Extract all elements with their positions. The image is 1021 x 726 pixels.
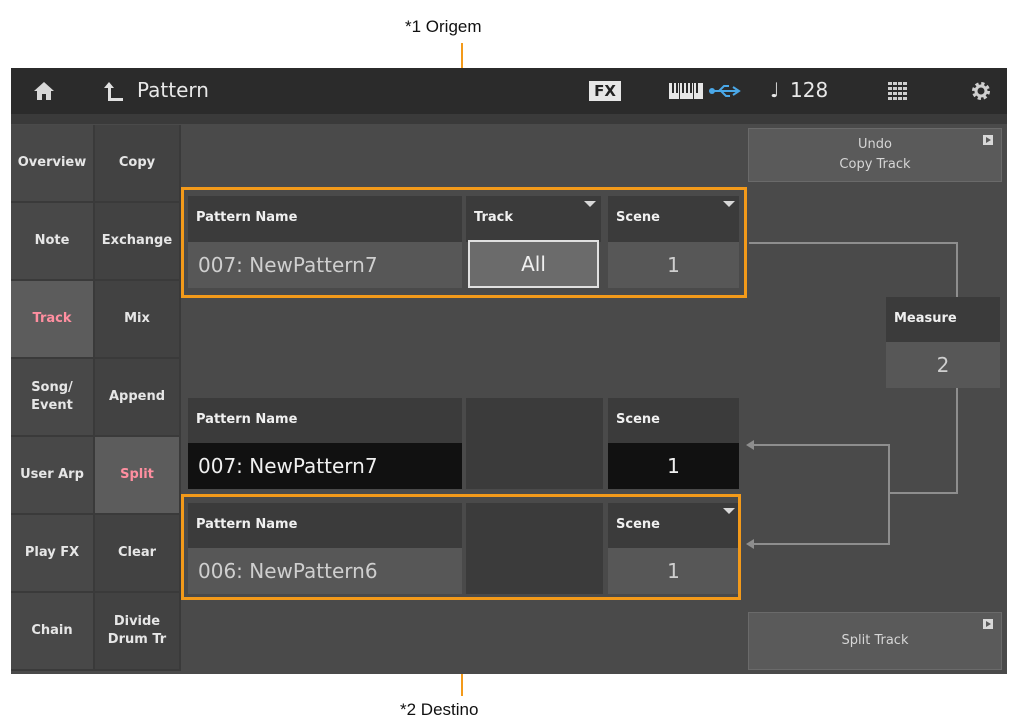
nav-label: Copy — [118, 155, 156, 170]
play-arrow-icon — [983, 135, 993, 145]
measure-field[interactable]: 2 — [886, 342, 1000, 388]
nav-label: Split — [120, 467, 154, 482]
nav-label: Note — [34, 233, 70, 248]
nav-exchange[interactable]: Exchange — [95, 203, 181, 281]
source-highlight-box — [181, 187, 747, 298]
nav-label: Play FX — [24, 545, 80, 560]
nav-mix[interactable]: Mix — [95, 281, 181, 359]
nav-split[interactable]: Split — [95, 437, 181, 515]
dest1-scene-field[interactable]: 1 — [608, 443, 739, 489]
nav-label: User Arp — [20, 467, 84, 482]
nav-overview[interactable]: Overview — [11, 125, 95, 203]
connector-line — [749, 242, 958, 244]
nav-track[interactable]: Track — [11, 281, 95, 359]
tempo-value[interactable]: 128 — [790, 78, 828, 102]
nav-label: Append — [108, 389, 166, 404]
nav-chain[interactable]: Chain — [11, 593, 95, 671]
nav-label: Exchange — [101, 233, 173, 248]
dest1-pattern-name-header: Pattern Name — [188, 398, 462, 443]
top-bar: Pattern FX ♩ 128 — [11, 68, 1007, 114]
nav-append[interactable]: Append — [95, 359, 181, 437]
page-title: Pattern — [137, 78, 209, 102]
tempo-note-symbol: ♩ — [770, 78, 780, 102]
nav-label: Overview — [17, 155, 87, 170]
connector-line — [751, 444, 890, 446]
dest1-pattern-name-field[interactable]: 007: NewPattern7 — [188, 443, 462, 489]
undo-copy-track-button[interactable]: Undo Copy Track — [748, 128, 1002, 182]
connector-line — [888, 492, 958, 494]
nav-label: Chain — [31, 623, 73, 638]
arrow-left-icon — [746, 539, 754, 549]
nav-play-fx[interactable]: Play FX — [11, 515, 95, 593]
nav-label: Clear — [118, 545, 156, 560]
destination-callout-label: *2 Destino — [400, 700, 479, 719]
nav-note[interactable]: Note — [11, 203, 95, 281]
nav-clear[interactable]: Clear — [95, 515, 181, 593]
nav-label: Divide Drum Tr — [107, 614, 167, 647]
home-icon[interactable] — [33, 81, 55, 101]
measure-header: Measure — [886, 297, 1000, 342]
nav-label: Mix — [124, 311, 150, 326]
connector-line — [751, 543, 890, 545]
play-arrow-icon — [983, 619, 993, 629]
connector-line — [888, 444, 890, 545]
dest1-scene-header: Scene — [608, 398, 739, 443]
return-arrow-icon[interactable] — [103, 80, 125, 102]
connector-line — [956, 242, 958, 297]
nav-user-arp[interactable]: User Arp — [11, 437, 95, 515]
nav-divide-drum-tr[interactable]: Divide Drum Tr — [95, 593, 181, 671]
grid-icon[interactable] — [888, 82, 908, 100]
dest1-empty-track-column — [466, 398, 603, 489]
keyboard-icon — [669, 83, 703, 99]
split-track-button[interactable]: Split Track — [748, 612, 1002, 670]
nav-song-event[interactable]: Song/ Event — [11, 359, 95, 437]
nav-copy[interactable]: Copy — [95, 125, 181, 203]
top-bar-separator — [11, 114, 1007, 124]
copy-track-label: Copy Track — [839, 157, 911, 172]
nav-label: Track — [32, 311, 72, 326]
gear-icon[interactable] — [970, 80, 992, 102]
usb-icon — [709, 83, 741, 99]
destination-highlight-box — [181, 494, 741, 600]
source-callout-label: *1 Origem — [405, 17, 482, 36]
undo-label: Undo — [858, 137, 892, 152]
arrow-left-icon — [746, 440, 754, 450]
nav-label: Song/ Event — [31, 380, 73, 413]
connector-line — [956, 388, 958, 494]
fx-indicator[interactable]: FX — [589, 81, 621, 101]
split-track-label: Split Track — [841, 633, 909, 648]
